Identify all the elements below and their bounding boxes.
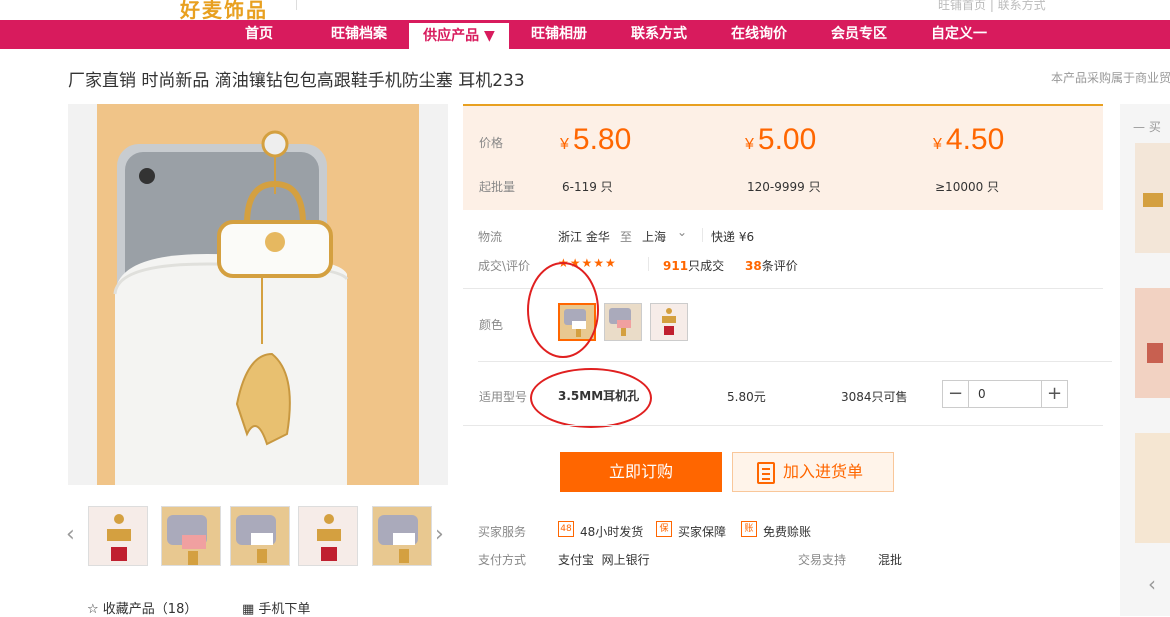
related-product-thumb[interactable]: [1135, 433, 1170, 543]
collect-label: 收藏产品（18）: [102, 602, 198, 617]
divider: [648, 257, 649, 271]
gallery-thumb[interactable]: [161, 506, 221, 566]
divider: [702, 228, 703, 242]
gallery-thumb[interactable]: [88, 506, 148, 566]
nav-item-members[interactable]: 会员专区: [818, 20, 900, 49]
color-label: 颜色: [479, 318, 504, 332]
clipboard-icon: [757, 462, 775, 484]
gallery-thumb[interactable]: [298, 506, 358, 566]
divider: [478, 361, 1112, 362]
deals-suffix: 只成交: [688, 259, 725, 273]
currency-symbol: ¥: [933, 136, 942, 153]
payment-label: 支付方式: [478, 553, 527, 567]
ship-from: 浙江 金华: [558, 230, 610, 244]
price-value: 5.80: [572, 123, 632, 156]
add-to-cart-button[interactable]: 加入进货单: [732, 452, 894, 492]
star-outline-icon: ☆: [87, 602, 103, 617]
price-tier-2: ¥5.00: [745, 123, 816, 157]
top-bar: 好麦饰品 旺铺首页 | 联系方式: [0, 0, 1170, 22]
chevron-right-icon[interactable]: ›: [435, 522, 444, 547]
currency-symbol: ¥: [560, 136, 569, 153]
divider: [463, 425, 1103, 426]
gallery-thumb[interactable]: [372, 506, 432, 566]
related-product-thumb[interactable]: [1135, 288, 1170, 398]
price-tier-3: ¥4.50: [933, 123, 1004, 157]
quantity-stepper: − +: [942, 380, 1068, 408]
nav-item-inquiry[interactable]: 在线询价: [718, 20, 800, 49]
buy-now-button[interactable]: 立即订购: [560, 452, 722, 492]
related-product-thumb[interactable]: [1135, 143, 1170, 253]
chevron-left-icon[interactable]: ‹: [66, 522, 75, 547]
currency-symbol: ¥: [745, 136, 754, 153]
reviews-count: 38: [745, 259, 762, 273]
buyer-protection-icon: 保: [656, 521, 672, 537]
gallery-thumb[interactable]: [230, 506, 290, 566]
moq-range-2: 120-9999 只: [747, 180, 821, 194]
price-label: 价格: [479, 136, 504, 150]
product-title: 厂家直销 时尚新品 滴油镶钻包包高跟鞋手机防尘塞 耳机233: [68, 71, 525, 91]
trade-support-label: 交易支持: [798, 553, 847, 567]
nav-item-profile[interactable]: 旺铺档案: [318, 20, 400, 49]
moq-range-3: ≥10000 只: [935, 180, 1000, 194]
color-swatch[interactable]: [650, 303, 688, 341]
chevron-down-icon[interactable]: ⌄: [677, 225, 687, 239]
express-fee: 快递 ¥6: [711, 230, 755, 244]
product-main-image[interactable]: [97, 104, 419, 485]
mobile-order-button[interactable]: ▦ 手机下单: [242, 598, 310, 617]
main-image-frame: [68, 104, 448, 485]
nav-item-products[interactable]: 供应产品 ▼: [409, 23, 509, 49]
mobile-order-label: 手机下单: [258, 602, 311, 617]
ship-to-word: 至: [620, 230, 633, 244]
reviews-suffix: 条评价: [761, 259, 798, 273]
annotation-circle: [530, 368, 652, 428]
related-title-text: 买: [1148, 120, 1161, 134]
service-protection[interactable]: 买家保障: [678, 523, 726, 540]
quantity-input[interactable]: [970, 381, 1042, 407]
model-stock: 3084只可售: [841, 390, 908, 404]
nav-item-album[interactable]: 旺铺相册: [518, 20, 600, 49]
service-credit[interactable]: 免费赊账: [763, 523, 811, 540]
deals-count-link[interactable]: 911只成交: [663, 257, 724, 274]
related-title: — 买: [1133, 120, 1161, 134]
logistics-label: 物流: [478, 230, 503, 244]
add-to-cart-label: 加入进货单: [783, 462, 864, 481]
color-swatch[interactable]: [604, 303, 642, 341]
collect-product-button[interactable]: ☆ 收藏产品（18）: [87, 598, 197, 617]
model-label: 适用型号: [479, 390, 528, 404]
moq-label: 起批量: [479, 180, 516, 194]
payment-methods: 支付宝 网上银行: [558, 553, 650, 567]
nav-item-contact[interactable]: 联系方式: [618, 20, 700, 49]
moq-range-1: 6-119 只: [562, 180, 613, 194]
model-price: 5.80元: [727, 390, 766, 404]
quantity-increment-button[interactable]: +: [1041, 381, 1067, 407]
chevron-left-icon[interactable]: ‹: [1148, 572, 1156, 596]
trade-label: 成交\评价: [478, 259, 531, 273]
annotation-circle: [527, 262, 599, 358]
nav-item-custom[interactable]: 自定义一: [918, 20, 1000, 49]
nav-item-home[interactable]: 首页: [224, 20, 294, 49]
deals-count: 911: [663, 259, 689, 273]
price-value: 5.00: [757, 123, 817, 156]
quantity-decrement-button[interactable]: −: [943, 381, 969, 407]
qrcode-icon: ▦: [242, 602, 259, 617]
price-tier-1: ¥5.80: [560, 123, 631, 157]
price-value: 4.50: [945, 123, 1005, 156]
main-nav: 首页 旺铺档案 供应产品 ▼ 旺铺相册 联系方式 在线询价 会员专区 自定义一: [0, 20, 1170, 49]
trade-support-value: 混批: [878, 553, 903, 567]
top-right-links[interactable]: 旺铺首页 | 联系方式: [938, 0, 1046, 13]
services-label: 买家服务: [478, 525, 527, 539]
logo-divider: [296, 0, 297, 10]
shipping-48h-icon: 48: [558, 521, 574, 537]
credit-icon: 账: [741, 521, 757, 537]
trade-note: 本产品采购属于商业贸易行为: [1051, 71, 1170, 85]
service-48h[interactable]: 48小时发货: [580, 523, 643, 540]
ship-to-select[interactable]: 上海: [642, 228, 666, 245]
reviews-count-link[interactable]: 38条评价: [745, 257, 798, 274]
